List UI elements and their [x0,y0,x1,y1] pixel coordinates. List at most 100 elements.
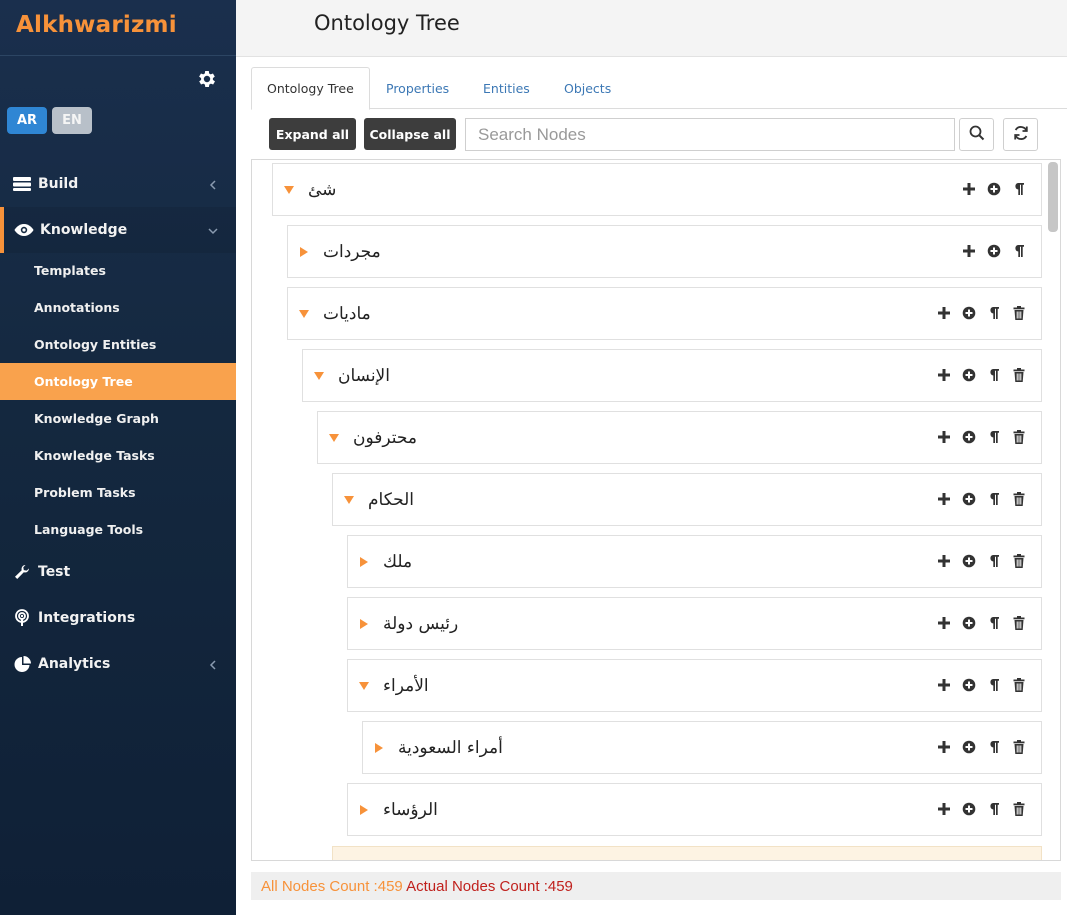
sidebar-subitem-templates[interactable]: Templates [0,252,236,289]
add-child-icon[interactable] [936,552,952,570]
trash-icon[interactable] [1011,304,1027,322]
tab-entities[interactable]: Entities [483,67,530,109]
caret-right-icon[interactable] [297,245,311,259]
caret-down-icon[interactable] [357,679,371,693]
tree-node[interactable]: ملك [347,535,1042,588]
pilcrow-icon[interactable] [986,800,1002,818]
scrollbar[interactable] [1048,162,1058,232]
sidebar-subitem-ontology-entities[interactable]: Ontology Entities [0,326,236,363]
add-child-icon[interactable] [936,738,952,756]
tree-node-label[interactable]: رئيس دولة [383,614,458,634]
pilcrow-icon[interactable] [986,614,1002,632]
tree-node[interactable]: رئيس دولة [347,597,1042,650]
trash-icon[interactable] [1011,428,1027,446]
pilcrow-icon[interactable] [1011,242,1027,260]
tree-node-label[interactable]: الرؤساء [383,800,438,820]
tree-node[interactable]: الأمراء [347,659,1042,712]
tree-node-label[interactable]: ماديات [323,304,371,324]
pilcrow-icon[interactable] [986,676,1002,694]
caret-right-icon[interactable] [357,803,371,817]
sidebar-subitem-problem-tasks[interactable]: Problem Tasks [0,474,236,511]
sidebar-item-analytics[interactable]: Analytics [0,641,236,687]
search-button[interactable] [959,118,994,151]
caret-down-icon[interactable] [282,183,296,197]
lang-en-button[interactable]: EN [52,107,92,134]
add-sibling-icon[interactable] [961,304,977,322]
caret-right-icon[interactable] [357,617,371,631]
add-sibling-icon[interactable] [961,614,977,632]
sidebar-subitem-annotations[interactable]: Annotations [0,289,236,326]
tab-properties[interactable]: Properties [386,67,449,109]
tree-node[interactable]: أمراء السعودية [362,721,1042,774]
sidebar-subitem-knowledge-graph[interactable]: Knowledge Graph [0,400,236,437]
caret-right-icon[interactable] [372,741,386,755]
trash-icon[interactable] [1011,800,1027,818]
trash-icon[interactable] [1011,366,1027,384]
pilcrow-icon[interactable] [986,490,1002,508]
trash-icon[interactable] [1011,490,1027,508]
add-child-icon[interactable] [936,304,952,322]
add-sibling-icon[interactable] [986,242,1002,260]
add-sibling-icon[interactable] [961,552,977,570]
add-child-icon[interactable] [961,180,977,198]
tree-node-label[interactable]: الحكام [368,490,414,510]
tree-node[interactable]: ماديات [287,287,1042,340]
add-sibling-icon[interactable] [961,490,977,508]
tab-objects[interactable]: Objects [564,67,611,109]
pilcrow-icon[interactable] [986,366,1002,384]
brand-logo[interactable]: Alkhwarizmi [0,0,236,56]
trash-icon[interactable] [1011,614,1027,632]
tree-node[interactable]: محترفون [317,411,1042,464]
caret-down-icon[interactable] [312,369,326,383]
add-sibling-icon[interactable] [961,738,977,756]
pilcrow-icon[interactable] [1011,180,1027,198]
caret-down-icon[interactable] [327,431,341,445]
add-sibling-icon[interactable] [961,428,977,446]
collapse-all-button[interactable]: Collapse all [364,118,456,150]
tree-node-label[interactable]: ملك [383,552,412,572]
add-child-icon[interactable] [936,366,952,384]
search-nodes-input[interactable] [465,118,955,151]
refresh-button[interactable] [1003,118,1038,151]
tree-node[interactable]: الرؤساء [347,783,1042,836]
trash-icon[interactable] [1011,738,1027,756]
tree-node-label[interactable]: الإنسان [338,366,390,386]
tree-node[interactable]: الحكام [332,473,1042,526]
tree-node-label[interactable]: مجردات [323,242,381,262]
sidebar-item-integrations[interactable]: Integrations [0,595,236,641]
tab-ontology-tree[interactable]: Ontology Tree [251,67,370,110]
add-child-icon[interactable] [936,490,952,508]
tree-node[interactable]: مجردات [287,225,1042,278]
sidebar-subitem-language-tools[interactable]: Language Tools [0,511,236,548]
tree-node[interactable]: الإنسان [302,349,1042,402]
add-sibling-icon[interactable] [986,180,1002,198]
caret-down-icon[interactable] [342,493,356,507]
pilcrow-icon[interactable] [986,738,1002,756]
tree-node-label[interactable]: الأمراء [383,676,429,696]
tree-node-label[interactable]: شئ [308,180,336,200]
pilcrow-icon[interactable] [986,304,1002,322]
sidebar-item-build[interactable]: Build [0,161,236,207]
tree-node-label[interactable]: محترفون [353,428,417,448]
tree-node-label[interactable]: أمراء السعودية [398,738,503,758]
sidebar-subitem-ontology-tree[interactable]: Ontology Tree [0,363,236,400]
pilcrow-icon[interactable] [986,552,1002,570]
sidebar-item-knowledge[interactable]: Knowledge [0,207,236,253]
caret-down-icon[interactable] [297,307,311,321]
add-child-icon[interactable] [936,800,952,818]
add-sibling-icon[interactable] [961,800,977,818]
gear-icon[interactable] [196,68,218,90]
add-sibling-icon[interactable] [961,676,977,694]
tree-node[interactable]: شئ [272,163,1042,216]
sidebar-item-test[interactable]: Test [0,549,236,595]
pilcrow-icon[interactable] [986,428,1002,446]
sidebar-subitem-knowledge-tasks[interactable]: Knowledge Tasks [0,437,236,474]
caret-right-icon[interactable] [357,555,371,569]
trash-icon[interactable] [1011,552,1027,570]
add-child-icon[interactable] [961,242,977,260]
trash-icon[interactable] [1011,676,1027,694]
lang-ar-button[interactable]: AR [7,107,47,134]
add-child-icon[interactable] [936,676,952,694]
add-child-icon[interactable] [936,614,952,632]
expand-all-button[interactable]: Expand all [269,118,356,150]
